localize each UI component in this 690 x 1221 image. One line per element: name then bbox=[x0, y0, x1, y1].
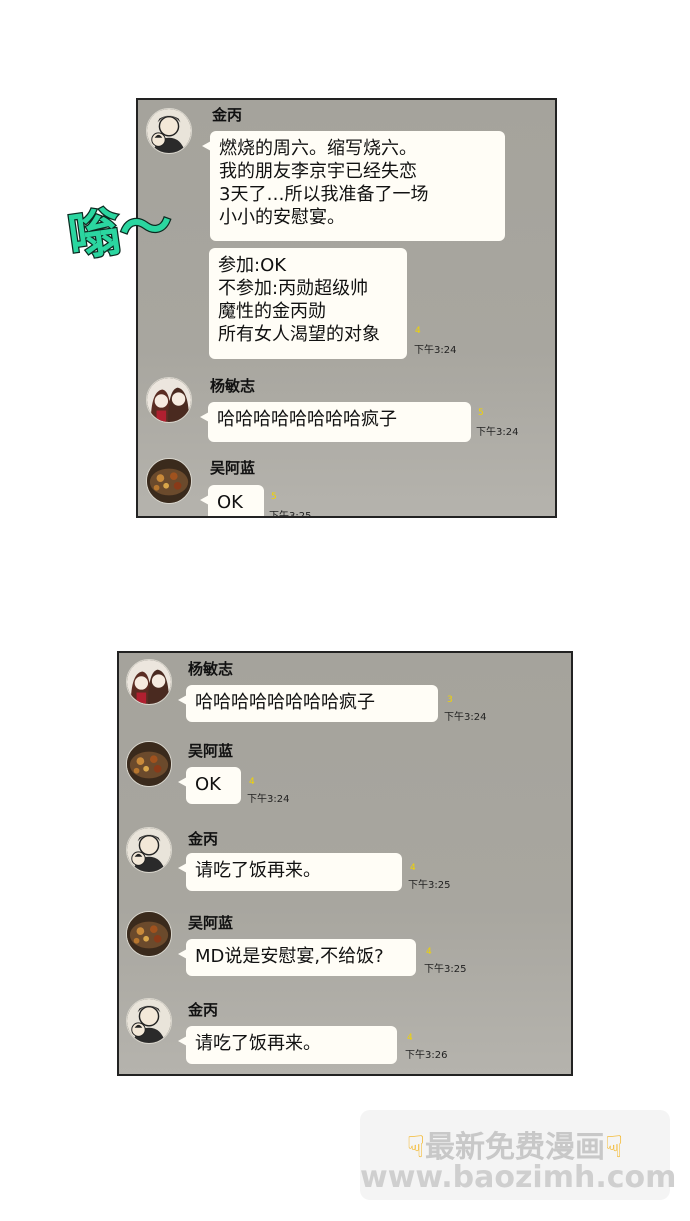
message-bubble[interactable]: 哈哈哈哈哈哈哈哈疯子 bbox=[200, 402, 471, 442]
avatar-yangminzhi[interactable] bbox=[146, 377, 192, 423]
message-bubble[interactable]: OK bbox=[178, 767, 241, 804]
message-bubble[interactable]: 请吃了饭再来。 bbox=[178, 853, 402, 891]
avatar-jinbing[interactable] bbox=[126, 827, 172, 873]
unread-count: 4 bbox=[249, 777, 255, 787]
sound-effect-text: 嗡～ bbox=[66, 195, 176, 269]
unread-count: 4 bbox=[410, 863, 416, 873]
sender-name: 吴阿蓝 bbox=[210, 459, 256, 477]
message-bubble[interactable]: 参加:OK 不参加:丙勋超级帅 魔性的金丙勋 所有女人渴望的对象 bbox=[209, 248, 407, 359]
sound-effect: 嗡～ bbox=[66, 194, 177, 270]
avatar-wualan[interactable] bbox=[126, 741, 172, 787]
watermark: ☟最新免费漫画☟ www.baozimh.com bbox=[360, 1110, 677, 1200]
message-time: 下午3:24 bbox=[414, 345, 457, 356]
chat-panel-2: 杨敏志 哈哈哈哈哈哈哈哈疯子 3 下午3:24 吴阿蓝 OK 4 下午3:24 … bbox=[117, 651, 573, 1076]
avatar-jinbing[interactable] bbox=[126, 998, 172, 1044]
message-bubble[interactable]: 燃烧的周六。缩写烧六。 我的朋友李京宇已经失恋 3天了…所以我准备了一场 小小的… bbox=[202, 131, 505, 241]
sender-name: 金丙 bbox=[188, 1001, 219, 1019]
unread-count: 4 bbox=[426, 947, 432, 957]
message-time: 下午3:24 bbox=[247, 794, 290, 805]
message-bubble[interactable]: OK bbox=[200, 485, 264, 516]
chat-panel-1: 金丙 燃烧的周六。缩写烧六。 我的朋友李京宇已经失恋 3天了…所以我准备了一场 … bbox=[136, 98, 557, 518]
avatar-wualan[interactable] bbox=[146, 458, 192, 504]
unread-count: 4 bbox=[415, 326, 421, 336]
unread-count: 3 bbox=[447, 695, 453, 705]
message-time: 下午3:24 bbox=[476, 427, 519, 438]
avatar-jinbing[interactable] bbox=[146, 108, 192, 154]
sender-name: 金丙 bbox=[212, 106, 243, 124]
message-time: 下午3:25 bbox=[269, 511, 312, 518]
sender-name: 吴阿蓝 bbox=[188, 914, 234, 932]
message-bubble[interactable]: MD说是安慰宴,不给饭? bbox=[178, 939, 416, 976]
message-time: 下午3:26 bbox=[405, 1050, 448, 1061]
unread-count: 4 bbox=[407, 1033, 413, 1043]
sender-name: 金丙 bbox=[188, 830, 219, 848]
message-time: 下午3:25 bbox=[424, 964, 467, 975]
message-time: 下午3:25 bbox=[408, 880, 451, 891]
message-time: 下午3:24 bbox=[444, 712, 487, 723]
watermark-line-2: www.baozimh.com bbox=[360, 1160, 677, 1195]
sender-name: 杨敏志 bbox=[188, 660, 234, 678]
unread-count: 5 bbox=[271, 492, 277, 502]
avatar-yangminzhi[interactable] bbox=[126, 659, 172, 705]
avatar-wualan[interactable] bbox=[126, 911, 172, 957]
sender-name: 杨敏志 bbox=[210, 377, 256, 395]
unread-count: 5 bbox=[478, 408, 484, 418]
sender-name: 吴阿蓝 bbox=[188, 742, 234, 760]
message-bubble[interactable]: 请吃了饭再来。 bbox=[178, 1026, 397, 1064]
message-bubble[interactable]: 哈哈哈哈哈哈哈哈疯子 bbox=[178, 685, 438, 722]
